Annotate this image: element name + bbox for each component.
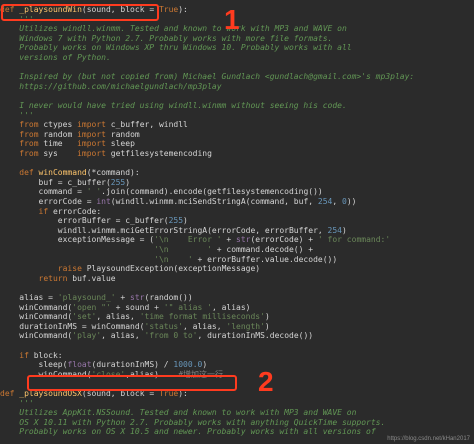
code-line: I never would have tried using windll.wi…	[0, 100, 347, 112]
code-token: ):	[178, 5, 188, 14]
annotation-number-2: 2	[258, 366, 274, 397]
code-token: versions of Python.	[0, 53, 111, 62]
code-token: (windll.winmm.mciSendStringA(command, bu…	[110, 197, 318, 206]
watermark-text: https://blog.csdn.net/kHan2017	[387, 436, 470, 442]
code-token: , alias,	[101, 331, 145, 341]
code-line: https://github.com/michaelgundlach/mp3pl…	[0, 81, 222, 93]
code-token: https://github.com/michaelgundlach/mp3pl…	[0, 81, 222, 91]
code-token: ' for command:'	[317, 235, 391, 245]
code-token: ))	[346, 197, 357, 206]
code-token: I never would have tried using windll.wi…	[0, 101, 347, 110]
code-token: ,	[332, 197, 342, 206]
code-token: from	[0, 149, 44, 158]
code-line: return buf.value	[0, 273, 116, 285]
code-token: 'from 0 to'	[144, 331, 198, 341]
code-line: winCommand('play', alias, 'from 0 to', d…	[0, 330, 313, 342]
code-token: True	[158, 5, 179, 14]
annotation-box-function-header	[1, 4, 159, 21]
code-token: sys	[43, 149, 78, 158]
code-token: buf.value	[72, 273, 116, 283]
code-line: Probably works on OS X 10.5 and newer. P…	[0, 426, 376, 438]
annotation-number-1: 1	[224, 4, 240, 35]
code-token: import	[77, 149, 111, 158]
code-token: getfilesystemencoding	[110, 149, 212, 158]
code-token: Probably works on OS X 10.5 and newer. P…	[0, 427, 376, 437]
code-token: winCommand(	[0, 331, 73, 341]
annotation-box-close-line	[27, 375, 237, 391]
code-token: , durationInMS.decode())	[197, 331, 314, 341]
code-token: return	[0, 273, 73, 283]
code-line: from sys import getfilesystemencoding	[0, 148, 212, 160]
code-line: versions of Python.	[0, 52, 111, 64]
code-token: 'play'	[72, 331, 102, 341]
code-token: 254	[317, 197, 333, 206]
